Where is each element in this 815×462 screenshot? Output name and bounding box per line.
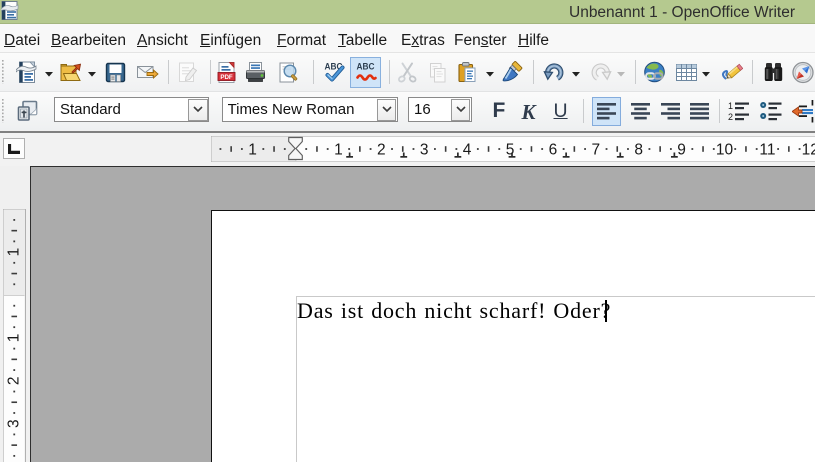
svg-text:1: 1 [6, 248, 23, 257]
svg-text:8: 8 [634, 141, 643, 158]
svg-text:1: 1 [6, 334, 23, 343]
svg-text:9: 9 [677, 141, 686, 158]
svg-text:ABC: ABC [356, 61, 375, 71]
svg-text:7: 7 [591, 141, 600, 158]
svg-text:1: 1 [248, 141, 257, 158]
svg-text:PDF: PDF [220, 74, 233, 81]
svg-text:1: 1 [334, 141, 343, 158]
svg-text:2: 2 [376, 141, 385, 158]
svg-text:4: 4 [462, 141, 471, 158]
svg-text:2: 2 [728, 112, 733, 122]
svg-text:3: 3 [419, 141, 428, 158]
svg-text:3: 3 [6, 419, 23, 428]
svg-text:10: 10 [715, 141, 733, 158]
svg-text:12: 12 [801, 141, 815, 158]
svg-text:11: 11 [759, 141, 775, 158]
svg-text:6: 6 [548, 141, 557, 158]
svg-text:1: 1 [728, 101, 733, 111]
svg-text:5: 5 [505, 141, 514, 158]
svg-text:2: 2 [6, 376, 23, 385]
